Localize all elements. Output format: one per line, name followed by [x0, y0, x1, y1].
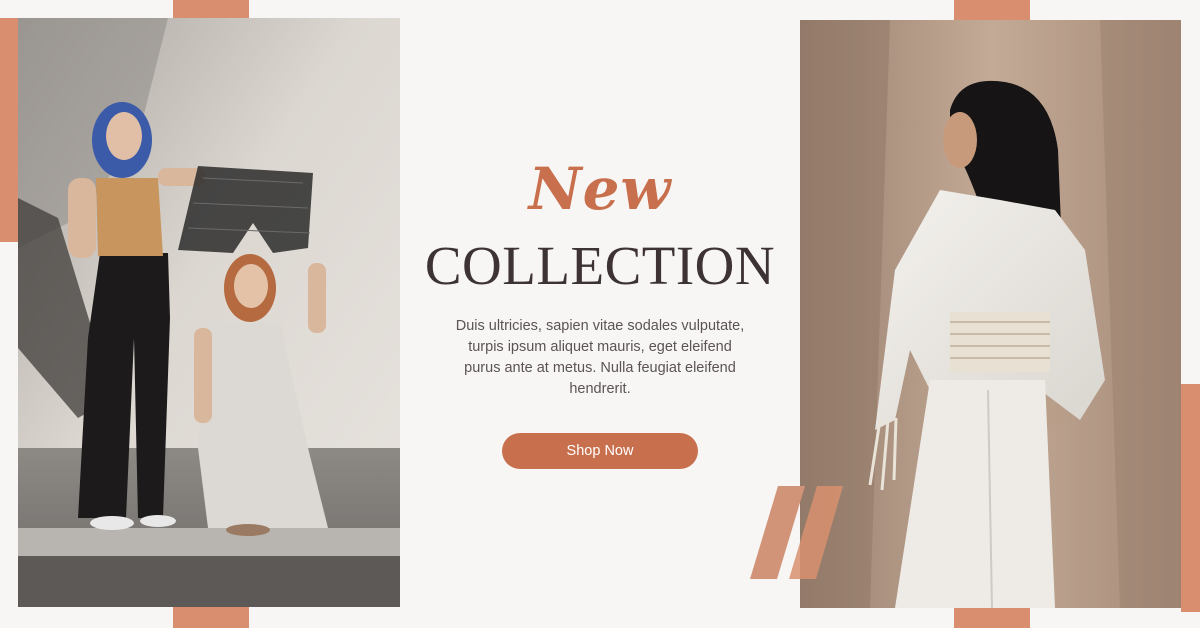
- right-fashion-photo: [800, 20, 1181, 608]
- shop-now-button[interactable]: Shop Now: [502, 433, 698, 469]
- headline-main-word: COLLECTION: [424, 235, 776, 296]
- accent-bar-top-left: [173, 0, 249, 18]
- accent-bar-bottom-right: [954, 608, 1030, 628]
- collection-promo-panel: New COLLECTION Duis ultricies, sapien vi…: [400, 0, 800, 628]
- accent-bar-top-right: [954, 0, 1030, 20]
- accent-bar-left-edge: [0, 18, 18, 242]
- headline-accent-word: New: [528, 155, 672, 223]
- promo-description: Duis ultricies, sapien vitae sodales vul…: [455, 318, 745, 397]
- accent-bar-right-edge: [1181, 384, 1200, 612]
- left-fashion-photo: [18, 18, 400, 607]
- accent-bar-bottom-left: [173, 607, 249, 628]
